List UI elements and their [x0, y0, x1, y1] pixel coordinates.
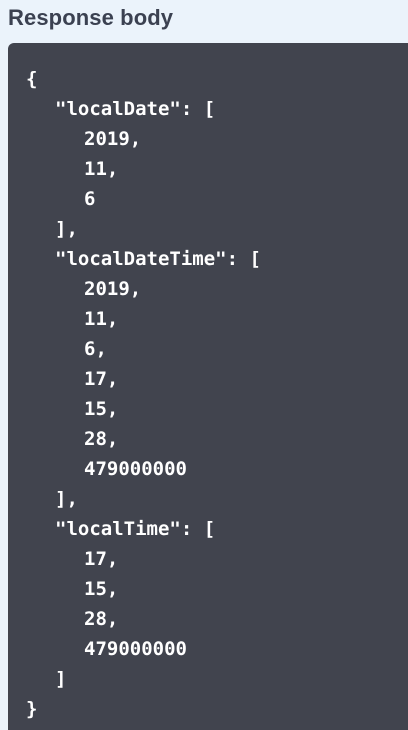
code-line: 28,: [84, 428, 119, 450]
code-line: "localTime": [: [55, 518, 216, 540]
code-line: "localDateTime": [: [55, 248, 261, 270]
code-line: 2019,: [84, 278, 142, 300]
code-line: 2019,: [84, 128, 142, 150]
code-line: ]: [55, 668, 67, 690]
code-line: 17,: [84, 548, 119, 570]
code-line: 6,: [84, 338, 107, 360]
code-line: 28,: [84, 608, 119, 630]
code-line: 11,: [84, 158, 119, 180]
code-line: 17,: [84, 368, 119, 390]
code-line: 479000000: [84, 638, 187, 660]
code-line: "localDate": [: [55, 98, 216, 120]
code-line: {: [26, 68, 38, 90]
code-line: }: [26, 698, 38, 720]
code-line: 11,: [84, 308, 119, 330]
code-line: ],: [55, 218, 78, 240]
code-line: 15,: [84, 578, 119, 600]
code-line: 6: [84, 188, 96, 210]
response-body-title: Response body: [8, 5, 174, 30]
code-line: 479000000: [84, 458, 187, 480]
response-body-json[interactable]: { "localDate": [ 2019, 11, 6], "localDateTime…: [26, 64, 261, 724]
code-line: ],: [55, 488, 78, 510]
code-line: 15,: [84, 398, 119, 420]
